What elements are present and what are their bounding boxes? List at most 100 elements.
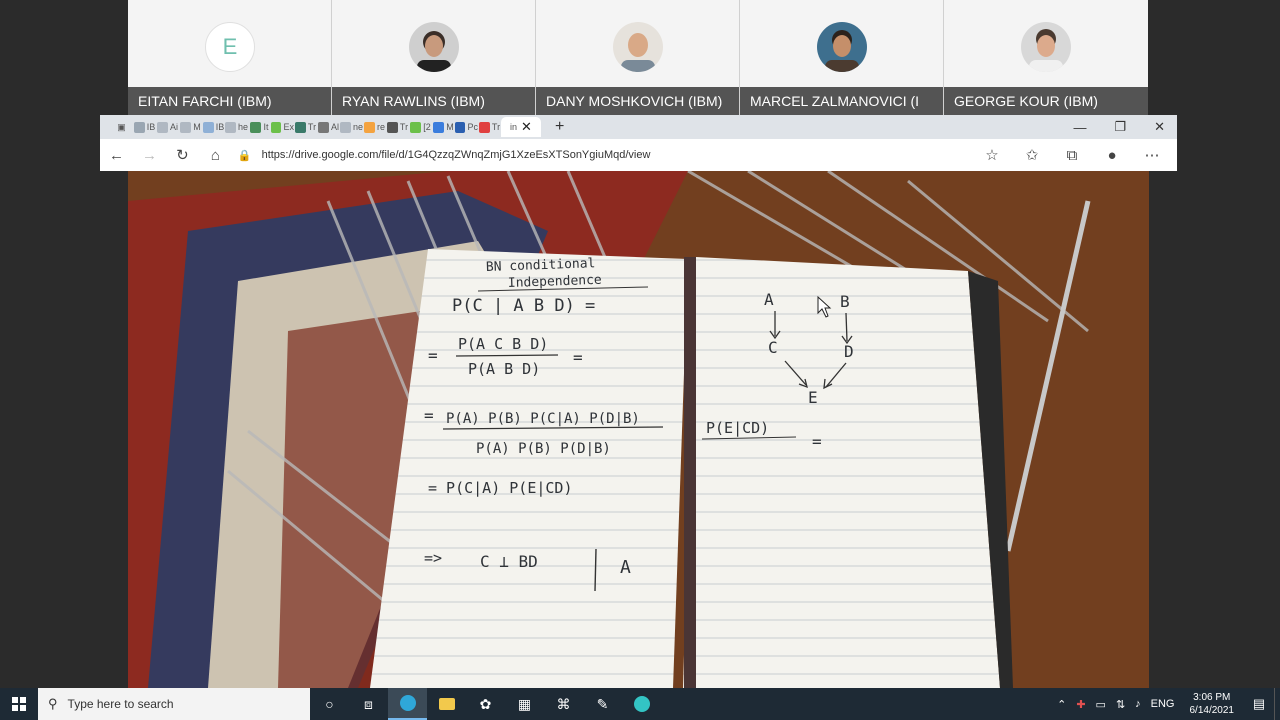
browser-tab-active[interactable]: in ✕ (501, 117, 541, 137)
battery-icon[interactable]: ▭ (1096, 698, 1106, 711)
participant-tile[interactable]: DANY MOSHKOVICH (IBM) (536, 0, 740, 115)
show-desktop-button[interactable] (1274, 688, 1280, 720)
photo-avatar (817, 22, 867, 72)
cortana-icon[interactable]: ○ (310, 688, 349, 720)
app-icon[interactable]: ✿ (466, 688, 505, 720)
windows-start-icon[interactable] (0, 688, 38, 720)
photo-avatar (1021, 22, 1071, 72)
browser-tab[interactable]: Tr (478, 117, 501, 137)
note-line-3-denominator: P(A) P(B) P(D|B) (476, 441, 611, 457)
note-implies-arrow: => (424, 549, 442, 567)
browser-tab[interactable]: Pc (455, 117, 478, 137)
search-placeholder: Type here to search (67, 697, 174, 711)
clock[interactable]: 3:06 PM 6/14/2021 (1190, 691, 1235, 717)
refresh-icon[interactable]: ↻ (166, 146, 199, 164)
edge-browser-icon[interactable] (388, 688, 427, 720)
system-tray: ⌃ ✚ ▭ ⇅ ♪ ENG 3:06 PM 6/14/2021 ▤ (1052, 688, 1280, 720)
window-controls: — ❐ ✕ (1073, 115, 1171, 139)
participant-tile[interactable]: MARCEL ZALMANOVICI (I (740, 0, 944, 115)
diagram-node-e: E (808, 388, 818, 407)
close-window-icon[interactable]: ✕ (1154, 119, 1165, 135)
browser-tab[interactable]: M (179, 117, 202, 137)
svg-text:=: = (424, 406, 434, 425)
home-icon[interactable]: ⌂ (199, 147, 232, 164)
favorites-icon[interactable]: ✩ (1015, 146, 1049, 164)
address-bar[interactable]: 🔒 https://drive.google.com/file/d/1G4Qzz… (238, 143, 975, 167)
browser-tab[interactable]: Al (317, 117, 340, 137)
file-explorer-icon[interactable] (427, 688, 466, 720)
tab-strip: ▣ IB Ai M IB he It Ex Tr Al ne re Tr [2 … (100, 115, 1177, 139)
browser-tab[interactable]: ne (340, 117, 363, 137)
webex-icon[interactable] (622, 688, 661, 720)
browser-tab[interactable]: Tr (386, 117, 409, 137)
note-right-equals: = (812, 432, 822, 451)
participant-tile[interactable]: RYAN RAWLINS (IBM) (332, 0, 536, 115)
note-line-5-given: A (620, 557, 631, 578)
letter-avatar: E (205, 22, 255, 72)
toolbar-right: ☆ ✩ ⧉ ● ⋯ (975, 146, 1177, 165)
tab-actions-icon[interactable]: ▣ (110, 117, 133, 137)
network-app-icon[interactable]: ⌘ (544, 688, 583, 720)
shared-image: BN conditional Independence P(C | A B D)… (128, 171, 1149, 688)
browser-tab[interactable]: he (225, 117, 248, 137)
chevron-up-icon[interactable]: ⌃ (1057, 698, 1066, 711)
browser-tab[interactable]: It (248, 117, 271, 137)
browser-tab[interactable]: Tr (294, 117, 317, 137)
screen: E EITAN FARCHI (IBM) RYAN RAWLINS (IBM) … (0, 0, 1280, 720)
network-icon[interactable]: ⇅ (1116, 698, 1125, 711)
language-indicator[interactable]: ENG (1151, 698, 1175, 710)
svg-text:=: = (573, 348, 583, 367)
browser-toolbar: ← → ↻ ⌂ 🔒 https://drive.google.com/file/… (100, 139, 1177, 171)
note-line-2-numerator: P(A C B D) (458, 335, 548, 353)
photo-avatar (613, 22, 663, 72)
svg-text:=: = (428, 346, 438, 365)
more-menu-icon[interactable]: ⋯ (1135, 146, 1169, 164)
note-line-2-denominator: P(A B D) (468, 360, 540, 378)
taskbar: ⚲ Type here to search ○ ⧈ ✿ ▦ ⌘ ✎ ⌃ ✚ ▭ … (0, 688, 1280, 720)
browser-tab[interactable]: IB (202, 117, 225, 137)
clock-date: 6/14/2021 (1189, 705, 1235, 716)
forward-arrow-icon[interactable]: → (133, 147, 166, 164)
participant-name: EITAN FARCHI (IBM) (128, 87, 331, 115)
plus-icon[interactable]: + (555, 118, 564, 136)
note-line-1: P(C | A B D) = (452, 296, 595, 316)
note-line-5: C ⊥ BD (480, 552, 538, 571)
participant-tile[interactable]: E EITAN FARCHI (IBM) (128, 0, 332, 115)
notification-icon[interactable]: ▤ (1244, 696, 1274, 712)
search-icon: ⚲ (48, 696, 58, 711)
browser-tab[interactable]: Ex (271, 117, 294, 137)
task-view-icon[interactable]: ⧈ (349, 688, 388, 720)
collections-icon[interactable]: ⧉ (1055, 147, 1089, 164)
url-text[interactable]: https://drive.google.com/file/d/1G4QzzqZ… (262, 149, 651, 161)
tools-icon[interactable]: ✎ (583, 688, 622, 720)
note-line-3-numerator: P(A) P(B) P(C|A) P(D|B) (446, 411, 640, 427)
participant-name: MARCEL ZALMANOVICI (I (740, 87, 943, 115)
browser-tab[interactable]: IB (133, 117, 156, 137)
diagram-node-a: A (764, 290, 774, 309)
close-icon[interactable]: ✕ (521, 119, 532, 135)
restore-icon[interactable]: ❐ (1114, 119, 1126, 135)
browser-tab[interactable]: re (363, 117, 386, 137)
minimize-icon[interactable]: — (1073, 120, 1086, 135)
taskbar-search-box[interactable]: ⚲ Type here to search (38, 688, 310, 720)
participant-name: RYAN RAWLINS (IBM) (332, 87, 535, 115)
participant-tile[interactable]: GEORGE KOUR (IBM) (944, 0, 1148, 115)
browser-window: ▣ IB Ai M IB he It Ex Tr Al ne re Tr [2 … (100, 115, 1177, 171)
gift-icon[interactable]: ✚ (1076, 698, 1085, 711)
clock-time: 3:06 PM (1193, 692, 1231, 703)
diagram-node-c: C (768, 338, 778, 357)
participant-strip: E EITAN FARCHI (IBM) RYAN RAWLINS (IBM) … (128, 0, 1149, 115)
browser-tab[interactable]: Ai (156, 117, 179, 137)
add-favorite-icon[interactable]: ☆ (975, 146, 1009, 164)
participant-name: DANY MOSHKOVICH (IBM) (536, 87, 739, 115)
store-icon[interactable]: ▦ (505, 688, 544, 720)
back-arrow-icon[interactable]: ← (100, 147, 133, 164)
profile-icon[interactable]: ● (1095, 147, 1129, 164)
participant-name: GEORGE KOUR (IBM) (944, 87, 1148, 115)
browser-tab[interactable]: [2 (409, 117, 432, 137)
photo-avatar (409, 22, 459, 72)
volume-icon[interactable]: ♪ (1135, 698, 1141, 710)
diagram-node-b: B (840, 292, 850, 311)
lock-icon[interactable]: 🔒 (238, 149, 252, 162)
browser-tab[interactable]: M (432, 117, 455, 137)
